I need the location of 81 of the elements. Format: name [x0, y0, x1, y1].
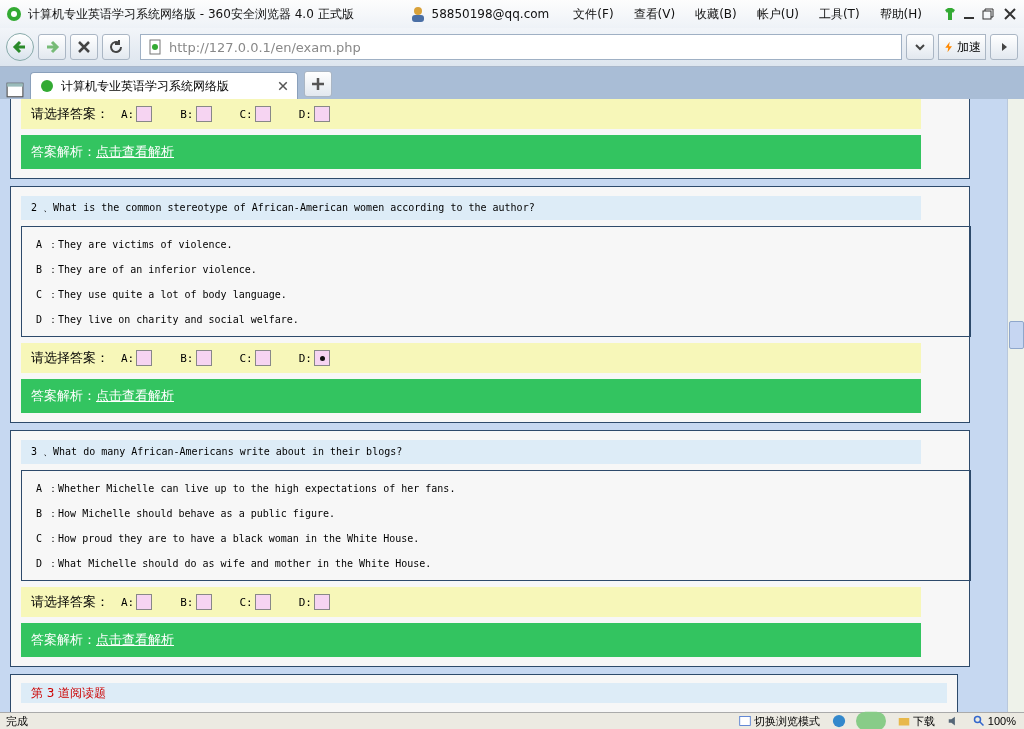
- close-icon: [277, 80, 289, 92]
- back-button[interactable]: [6, 33, 34, 61]
- choice-letter: B:: [180, 107, 194, 121]
- download-button[interactable]: 下载: [895, 713, 937, 729]
- minimize-icon: [964, 17, 974, 19]
- radio-button[interactable]: [195, 350, 212, 366]
- arrow-right-icon: [44, 39, 60, 55]
- new-tab-button[interactable]: [304, 71, 332, 97]
- plus-icon: [310, 76, 326, 92]
- choice-letter: D:: [298, 107, 312, 121]
- radio-button[interactable]: [314, 350, 330, 366]
- menu-item[interactable]: 文件(F): [573, 5, 614, 23]
- radio-button[interactable]: [136, 594, 153, 610]
- question-text: 2 、What is the common stereotype of African-American women according to the author?: [21, 196, 921, 220]
- choice-letter: B:: [180, 595, 194, 609]
- choice-letter: C:: [239, 595, 253, 609]
- browser-logo-icon: [6, 6, 22, 22]
- option-text: C ：They use quite a lot of body language.: [36, 288, 288, 302]
- choice-letter: D:: [298, 595, 312, 609]
- folder-icon: [897, 715, 910, 727]
- menu-item[interactable]: 收藏(B): [695, 5, 737, 23]
- option-text: B ：They are of an inferior violence.: [36, 263, 258, 277]
- user-icon: [409, 6, 426, 22]
- radio-button[interactable]: [254, 106, 271, 122]
- menu-item[interactable]: 帮助(H): [879, 5, 922, 23]
- choice-letter: C:: [239, 351, 253, 365]
- choice-letter: D:: [298, 351, 312, 365]
- speed-button[interactable]: 加速: [938, 34, 986, 60]
- choice-letter: A:: [121, 107, 135, 121]
- user-account[interactable]: 58850198@qq.com: [431, 7, 550, 21]
- close-icon: [1002, 6, 1018, 22]
- scrollbar[interactable]: [1007, 99, 1024, 712]
- magnifier-icon: [972, 715, 985, 727]
- window-title: 计算机专业英语学习系统网络版 - 360安全浏览器 4.0 正式版: [28, 5, 355, 23]
- menu-arrow-button[interactable]: [990, 34, 1018, 60]
- option-text: D ：What Michelle should do as wife and mother in the White House.: [36, 557, 433, 571]
- analysis-label: 答案解析：: [31, 631, 96, 649]
- radio-button[interactable]: [136, 106, 153, 122]
- option-text: A ：They are victims of violence.: [36, 238, 234, 252]
- address-field[interactable]: http://127.0.0.1/en/exam.php: [140, 34, 902, 60]
- radio-button[interactable]: [254, 350, 271, 366]
- menu-item[interactable]: 帐户(U): [756, 5, 799, 23]
- status-text: 完成: [6, 713, 29, 729]
- restore-icon: [980, 6, 996, 22]
- choice-letter: A:: [121, 351, 135, 365]
- answer-label: 请选择答案：: [31, 593, 109, 611]
- refresh-icon: [108, 39, 124, 55]
- choice-letter: A:: [121, 595, 135, 609]
- zoom-button[interactable]: 100%: [970, 715, 1018, 727]
- window-icon: [738, 715, 751, 727]
- option-text: A ：Whether Michelle can live up to the high expectations of her fans.: [36, 482, 457, 496]
- radio-button[interactable]: [254, 594, 271, 610]
- menu-item[interactable]: 工具(T): [818, 5, 860, 23]
- analysis-label: 答案解析：: [31, 143, 96, 161]
- radio-button[interactable]: [195, 594, 212, 610]
- radio-button[interactable]: [136, 350, 153, 366]
- shirt-icon: [942, 6, 958, 22]
- answer-label: 请选择答案：: [31, 349, 109, 367]
- section-title: 第 3 道阅读题: [21, 683, 947, 703]
- browser-tab[interactable]: 计算机专业英语学习系统网络版: [30, 72, 298, 99]
- radio-button[interactable]: [314, 594, 330, 610]
- close-icon: [76, 39, 92, 55]
- lightning-icon: [943, 41, 955, 53]
- option-text: B ：How Michelle should behave as a public figure.: [36, 507, 336, 521]
- option-text: D ：They live on charity and social welfare.: [36, 313, 300, 327]
- choice-letter: C:: [239, 107, 253, 121]
- arrow-left-icon: [12, 39, 28, 55]
- question-text: 3 、What do many African-Americans write about in their blogs?: [21, 440, 921, 464]
- stop-button[interactable]: [70, 34, 98, 60]
- analysis-label: 答案解析：: [31, 387, 96, 405]
- radio-button[interactable]: [314, 106, 330, 122]
- choice-letter: B:: [180, 351, 194, 365]
- radio-button[interactable]: [195, 106, 212, 122]
- answer-label: 请选择答案：: [31, 105, 109, 123]
- dropdown-button[interactable]: [906, 34, 934, 60]
- menu-item[interactable]: 查看(V): [633, 5, 676, 23]
- option-text: C ：How proud they are to have a black woman in the White House.: [36, 532, 421, 546]
- scroll-thumb[interactable]: [1009, 321, 1024, 349]
- refresh-button[interactable]: [102, 34, 130, 60]
- mode-button[interactable]: 切换浏览模式: [736, 713, 822, 729]
- sidebar-icon: [6, 81, 24, 99]
